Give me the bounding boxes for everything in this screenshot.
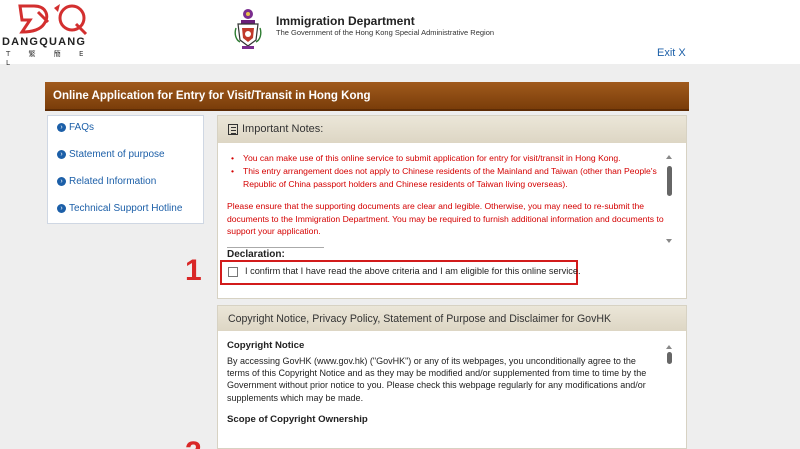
notes-scroll-down-icon[interactable] [666,239,672,243]
copyright-header: Copyright Notice, Privacy Policy, Statem… [218,306,686,331]
page-title: Online Application for Entry for Visit/T… [53,90,371,102]
page: Immigration Department The Government of… [0,0,800,449]
note-paragraph: Please ensure that the supporting docume… [227,201,664,236]
department-title: Immigration Department [276,14,415,28]
step-number-1: 1 [185,254,202,287]
copyright-notice-title: Copyright Notice [227,340,305,351]
declaration-text[interactable]: I confirm that I have read the above cri… [245,266,581,276]
declaration-checkbox[interactable] [228,267,238,277]
watermark-brand: DANGQUANG [2,36,87,48]
sidebar-item-statement-of-purpose[interactable]: › Statement of purpose [57,149,165,160]
arrow-circle-icon: › [57,204,66,213]
hksar-emblem-icon [234,9,262,49]
copyright-scrollbar-thumb[interactable] [667,352,672,364]
copyright-scroll-up-icon[interactable] [666,345,672,349]
sidebar-item-label: FAQs [69,122,95,133]
step-number-2: 2 [185,436,202,449]
important-notes-heading: Important Notes: [242,123,324,135]
dangquang-logo-icon [18,4,88,36]
site-header: Immigration Department The Government of… [0,0,800,64]
notes-scroll-up-icon[interactable] [666,155,672,159]
watermark-travel: T 繁 簡 E L [6,50,92,67]
copyright-heading: Copyright Notice, Privacy Policy, Statem… [228,313,612,325]
copyright-scope-title: Scope of Copyright Ownership [227,414,368,425]
sidebar-item-technical-support-hotline[interactable]: › Technical Support Hotline [57,203,182,214]
copyright-notice-text: By accessing GovHK (www.gov.hk) ("GovHK"… [227,356,647,403]
declaration-label: Declaration: [227,249,285,260]
watermark-logo: DANGQUANG T 繁 簡 E L [0,0,110,67]
declaration-divider [227,247,324,248]
exit-link[interactable]: Exit X [657,47,686,59]
department-subtitle: The Government of the Hong Kong Special … [276,28,495,37]
sidebar-item-related-information[interactable]: › Related Information [57,176,156,187]
arrow-circle-icon: › [57,123,66,132]
sidebar-item-label: Related Information [69,176,157,187]
important-notes-header: Important Notes: [218,116,686,143]
page-title-bar: Online Application for Entry for Visit/T… [45,82,689,111]
copyright-cutoff-text [227,436,657,440]
sidebar-item-label: Statement of purpose [69,149,165,160]
arrow-circle-icon: › [57,177,66,186]
sidebar-item-label: Technical Support Hotline [69,203,183,214]
sidebar-item-faqs[interactable]: › FAQs [57,122,94,133]
arrow-circle-icon: › [57,150,66,159]
notes-scrollbar-thumb[interactable] [667,166,672,196]
notes-list-icon [228,124,238,135]
